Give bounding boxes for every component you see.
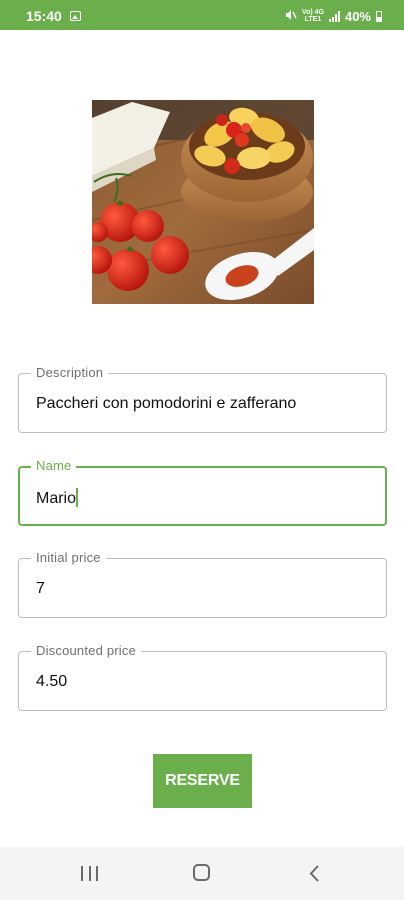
network-icon: Vo) 4G LTE1 [301, 9, 324, 23]
name-input[interactable]: Mario [36, 488, 78, 508]
navigation-bar [0, 847, 404, 900]
pasta-dish-photo [84, 100, 315, 304]
discounted-price-field[interactable]: Discounted price 4.50 [18, 643, 387, 711]
text-cursor [76, 488, 78, 507]
name-input-text: Mario [36, 490, 77, 507]
battery-percent: 40% [344, 8, 371, 24]
description-label: Description [31, 365, 109, 380]
initial-price-input[interactable]: 7 [36, 580, 45, 598]
status-bar: 15:40 Vo) 4G LTE1 40% [0, 0, 404, 30]
signal-icon [328, 10, 340, 22]
reserve-button[interactable]: RESERVE [153, 754, 252, 808]
discounted-price-label: Discounted price [31, 643, 142, 658]
home-icon[interactable] [193, 864, 210, 881]
initial-price-label: Initial price [31, 550, 106, 565]
description-input[interactable]: Paccheri con pomodorini e zafferano [36, 395, 296, 413]
description-field[interactable]: Description Paccheri con pomodorini e za… [18, 365, 387, 433]
name-field[interactable]: Name Mario [18, 458, 387, 526]
mute-icon [285, 9, 297, 23]
status-time: 15:40 [26, 8, 62, 24]
status-indicators: Vo) 4G LTE1 40% [285, 8, 382, 24]
dish-image [84, 100, 315, 304]
recents-icon[interactable] [81, 866, 98, 881]
battery-icon [376, 10, 382, 22]
back-icon[interactable] [308, 864, 320, 888]
discounted-price-input[interactable]: 4.50 [36, 673, 67, 691]
initial-price-field[interactable]: Initial price 7 [18, 550, 387, 618]
name-label: Name [31, 458, 77, 473]
gallery-icon [70, 11, 81, 21]
